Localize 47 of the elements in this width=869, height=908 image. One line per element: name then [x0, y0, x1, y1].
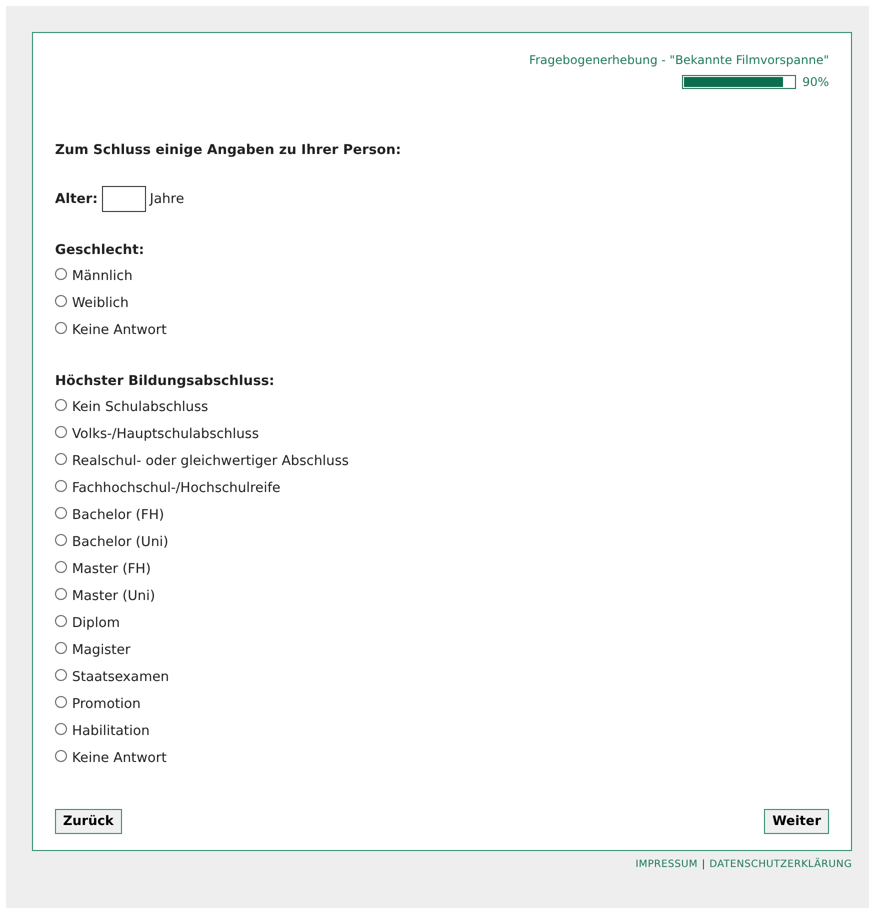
option-label[interactable]: Diplom — [72, 614, 120, 630]
option-label[interactable]: Bachelor (Uni) — [72, 534, 168, 550]
radio-button[interactable] — [55, 750, 67, 762]
option-label[interactable]: Realschul- oder gleichwertiger Abschluss — [72, 452, 349, 468]
option-label[interactable]: Habilitation — [72, 722, 150, 738]
radio-button[interactable] — [55, 696, 67, 708]
option-label[interactable]: Magister — [72, 642, 130, 658]
survey-title: Fragebogenerhebung - "Bekannte Filmvorspanne" — [529, 53, 829, 67]
option-label[interactable]: Kein Schulabschluss — [72, 398, 208, 414]
footer-link[interactable]: DATENSCHUTZERKLÄRUNG — [709, 859, 852, 870]
link-separator: | — [702, 859, 706, 870]
option-label[interactable]: Bachelor (FH) — [72, 506, 164, 522]
radio-button[interactable] — [55, 480, 67, 492]
option-label[interactable]: Keine Antwort — [72, 322, 167, 338]
option-label[interactable]: Master (Uni) — [72, 588, 156, 604]
question-title: Höchster Bildungsabschluss: — [55, 373, 276, 389]
option-label[interactable]: Volks-/Hauptschulabschluss — [72, 426, 259, 442]
age-input-field[interactable] — [102, 186, 146, 212]
radio-button[interactable] — [55, 294, 67, 306]
radio-button[interactable] — [55, 642, 67, 654]
option-label[interactable]: Fachhochschul-/Hochschulreife — [72, 480, 280, 496]
age-unit: Jahre — [150, 191, 184, 207]
option-label[interactable]: Promotion — [72, 696, 141, 712]
footer-link[interactable]: IMPRESSUM — [636, 859, 698, 870]
back-button[interactable]: Zurück — [55, 809, 122, 834]
radio-button[interactable] — [55, 452, 67, 464]
radio-button[interactable] — [55, 268, 67, 280]
radio-button[interactable] — [55, 426, 67, 438]
option-label[interactable]: Master (FH) — [72, 560, 151, 576]
radio-button[interactable] — [55, 534, 67, 546]
option-label[interactable]: Männlich — [72, 268, 133, 284]
radio-button[interactable] — [55, 668, 67, 680]
progress-reading: 90% — [802, 75, 829, 89]
option-label[interactable]: Keine Antwort — [72, 750, 167, 766]
option-label[interactable]: Weiblich — [72, 294, 129, 310]
radio-button[interactable] — [55, 322, 67, 334]
age-label: Alter: — [55, 191, 98, 207]
radio-button[interactable] — [55, 614, 67, 626]
radio-button[interactable] — [55, 722, 67, 734]
radio-button[interactable] — [55, 398, 67, 410]
option-label[interactable]: Staatsexamen — [72, 668, 170, 684]
section-heading: Zum Schluss einige Angaben zu Ihrer Person: — [55, 142, 402, 158]
next-button[interactable]: Weiter — [764, 809, 829, 834]
question-title: Geschlecht: — [55, 242, 146, 258]
radio-button[interactable] — [55, 560, 67, 572]
radio-button[interactable] — [55, 588, 67, 600]
radio-button[interactable] — [55, 506, 67, 518]
